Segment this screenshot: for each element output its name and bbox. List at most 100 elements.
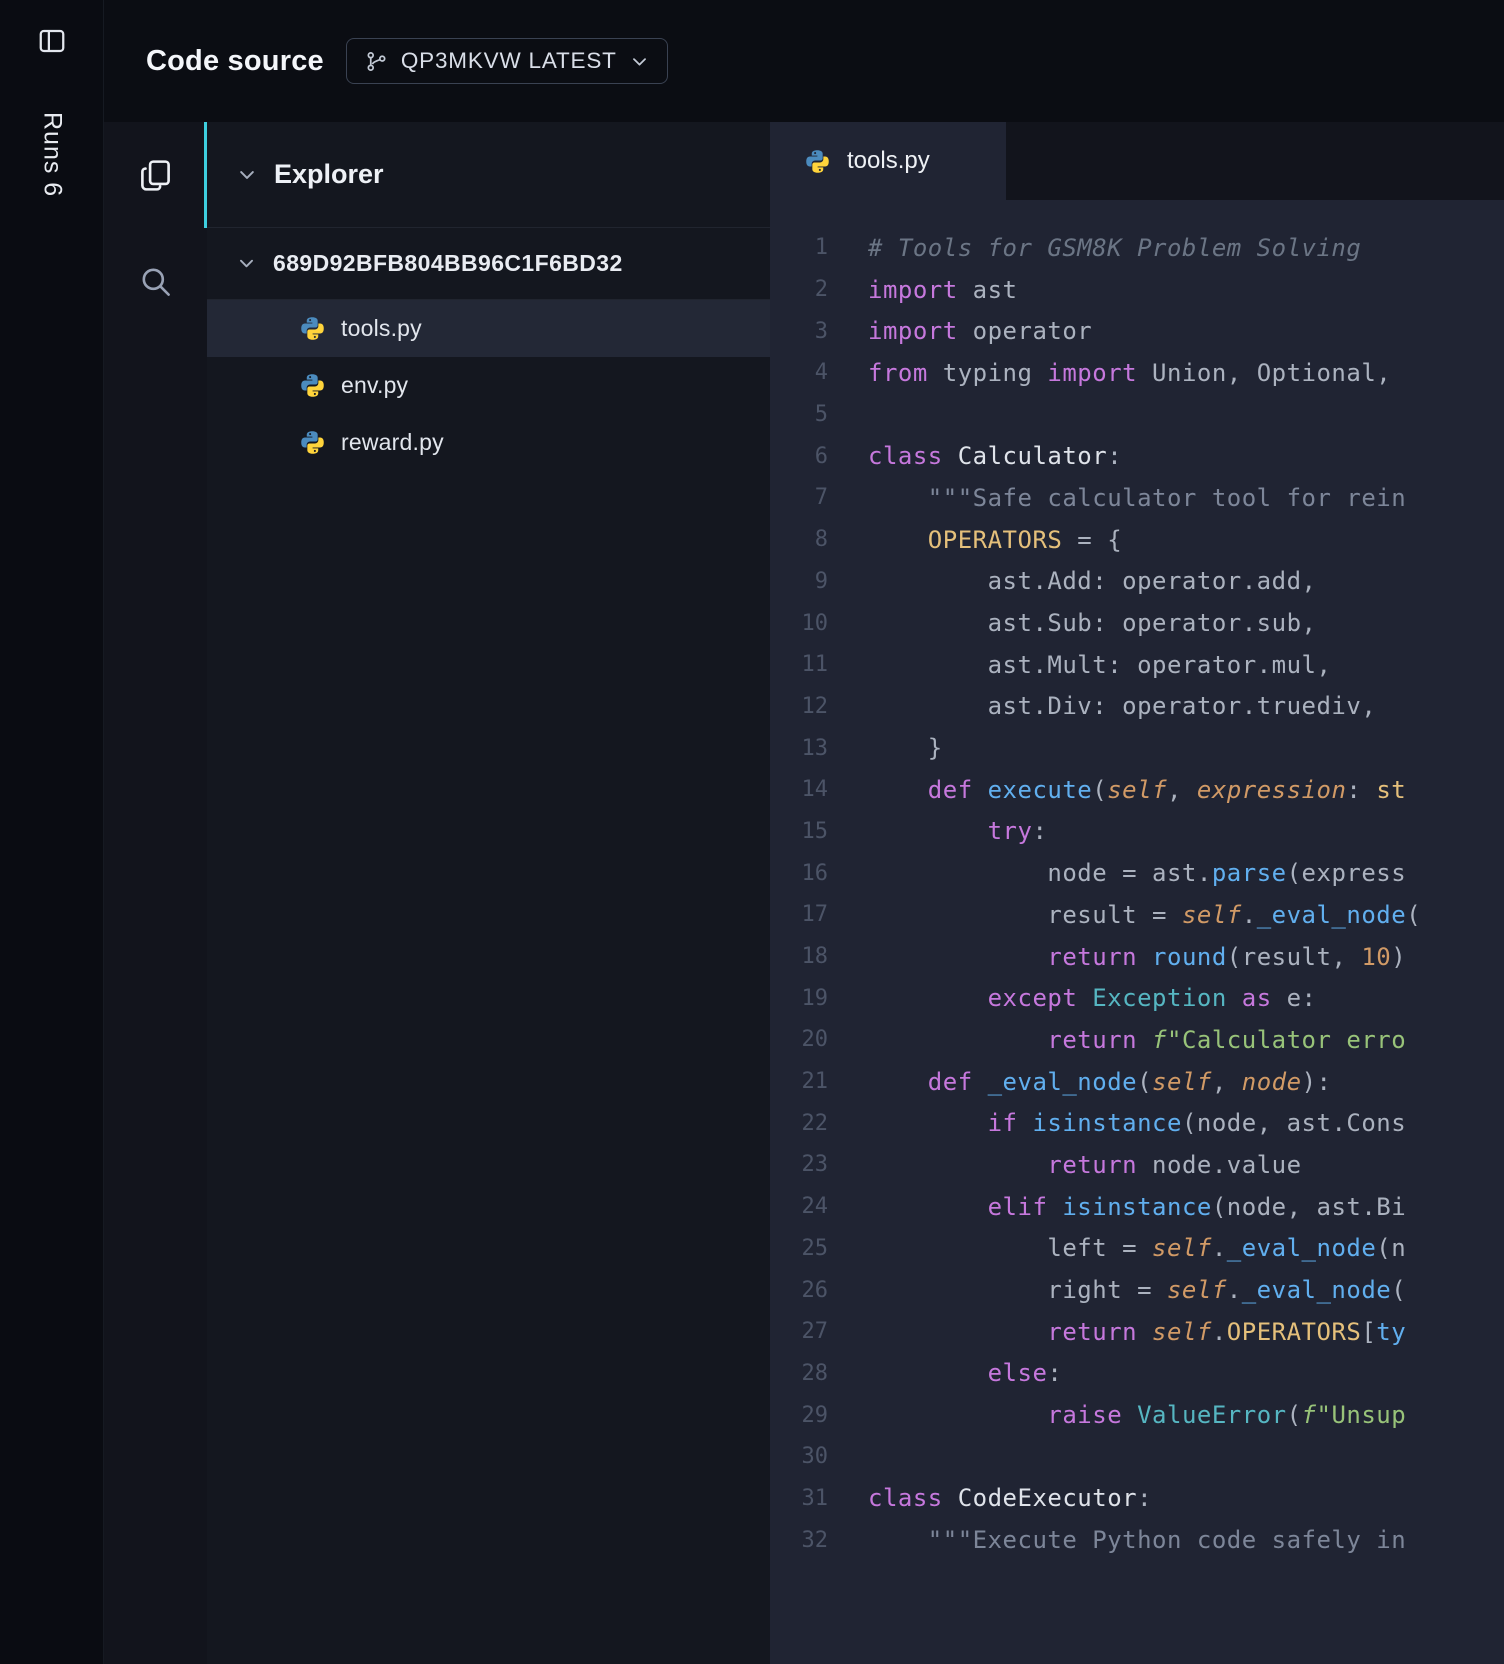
line-number: 16 — [770, 861, 828, 886]
line-number: 1 — [770, 235, 828, 260]
code-line: 30 — [770, 1436, 1504, 1478]
line-content: except Exception as e: — [828, 984, 1317, 1012]
line-number: 6 — [770, 444, 828, 469]
code-line: 31class CodeExecutor: — [770, 1478, 1504, 1520]
line-number: 20 — [770, 1027, 828, 1052]
line-content: OPERATORS = { — [828, 526, 1122, 554]
line-number: 21 — [770, 1069, 828, 1094]
file-name: tools.py — [341, 315, 422, 342]
line-number: 17 — [770, 902, 828, 927]
activity-files-button[interactable] — [104, 122, 207, 228]
line-number: 2 — [770, 277, 828, 302]
code-line: 8 OPERATORS = { — [770, 519, 1504, 561]
line-number: 18 — [770, 944, 828, 969]
line-content: elif isinstance(node, ast.Bi — [828, 1193, 1406, 1221]
line-content: try: — [828, 817, 1047, 845]
python-icon — [299, 372, 326, 399]
code-line: 10 ast.Sub: operator.sub, — [770, 602, 1504, 644]
line-content: ast.Add: operator.add, — [828, 567, 1316, 595]
python-icon — [299, 429, 326, 456]
file-item-reward-py[interactable]: reward.py — [207, 414, 770, 471]
code-area[interactable]: 1# Tools for GSM8K Problem Solving2impor… — [770, 200, 1504, 1664]
line-number: 5 — [770, 402, 828, 427]
line-number: 23 — [770, 1152, 828, 1177]
line-content: from typing import Union, Optional, — [828, 359, 1391, 387]
line-number: 30 — [770, 1444, 828, 1469]
version-label: QP3MKVW LATEST — [401, 48, 617, 74]
line-content: else: — [828, 1359, 1062, 1387]
line-content: def _eval_node(self, node): — [828, 1068, 1331, 1096]
files-icon — [137, 157, 174, 194]
chevron-down-icon — [237, 254, 256, 273]
tab-icon-slot — [804, 148, 831, 175]
line-content: node = ast.parse(express — [828, 859, 1406, 887]
tab-tools-py[interactable]: tools.py — [770, 122, 1006, 200]
line-number: 11 — [770, 652, 828, 677]
code-line: 6class Calculator: — [770, 435, 1504, 477]
line-content: return self.OPERATORS[ty — [828, 1318, 1406, 1346]
code-line: 3import operator — [770, 310, 1504, 352]
editor: tools.py 1# Tools for GSM8K Problem Solv… — [770, 122, 1504, 1664]
version-picker-button[interactable]: QP3MKVW LATEST — [346, 38, 668, 84]
line-content: right = self._eval_node( — [828, 1276, 1406, 1304]
chevron-down-icon — [630, 52, 649, 71]
explorer-header[interactable]: Explorer — [207, 122, 770, 228]
code-line: 5 — [770, 394, 1504, 436]
line-number: 4 — [770, 360, 828, 385]
python-icon — [804, 148, 831, 175]
code-line: 12 ast.Div: operator.truediv, — [770, 686, 1504, 728]
code-line: 7 """Safe calculator tool for rein — [770, 477, 1504, 519]
line-content: left = self._eval_node(n — [828, 1234, 1406, 1262]
code-line: 23 return node.value — [770, 1144, 1504, 1186]
line-number: 3 — [770, 319, 828, 344]
python-icon — [299, 315, 326, 342]
explorer-panel: Explorer 689D92BFB804BB96C1F6BD32 tools.… — [207, 122, 770, 1664]
git-branch-icon — [365, 50, 388, 73]
activity-bar — [104, 122, 207, 1664]
code-line: 14 def execute(self, expression: st — [770, 769, 1504, 811]
code-line: 4from typing import Union, Optional, — [770, 352, 1504, 394]
line-content: ast.Sub: operator.sub, — [828, 609, 1316, 637]
chevron-down-icon — [237, 165, 257, 185]
code-line: 19 except Exception as e: — [770, 977, 1504, 1019]
folder-row[interactable]: 689D92BFB804BB96C1F6BD32 — [207, 228, 770, 300]
line-content: import operator — [828, 317, 1092, 345]
line-content: ast.Div: operator.truediv, — [828, 692, 1376, 720]
line-number: 15 — [770, 819, 828, 844]
line-content: result = self._eval_node( — [828, 901, 1421, 929]
tab-label: tools.py — [847, 147, 930, 175]
file-item-env-py[interactable]: env.py — [207, 357, 770, 414]
activity-search-button[interactable] — [104, 228, 207, 334]
line-number: 14 — [770, 777, 828, 802]
code-line: 27 return self.OPERATORS[ty — [770, 1311, 1504, 1353]
line-number: 32 — [770, 1528, 828, 1553]
search-icon — [138, 264, 173, 299]
code-line: 32 """Execute Python code safely in — [770, 1519, 1504, 1561]
code-line: 13 } — [770, 727, 1504, 769]
line-number: 24 — [770, 1194, 828, 1219]
line-content: def execute(self, expression: st — [828, 776, 1406, 804]
line-number: 9 — [770, 569, 828, 594]
code-line: 15 try: — [770, 811, 1504, 853]
code-line: 22 if isinstance(node, ast.Cons — [770, 1102, 1504, 1144]
line-number: 26 — [770, 1278, 828, 1303]
line-number: 10 — [770, 611, 828, 636]
line-number: 27 — [770, 1319, 828, 1344]
tab-bar: tools.py — [770, 122, 1504, 200]
code-line: 21 def _eval_node(self, node): — [770, 1061, 1504, 1103]
line-content: class Calculator: — [828, 442, 1122, 470]
code-line: 25 left = self._eval_node(n — [770, 1228, 1504, 1270]
code-line: 16 node = ast.parse(express — [770, 852, 1504, 894]
file-name: env.py — [341, 372, 408, 399]
file-item-tools-py[interactable]: tools.py — [207, 300, 770, 357]
sidebar-toggle-button[interactable] — [0, 26, 104, 56]
line-content: return round(result, 10) — [828, 943, 1406, 971]
line-content: """Execute Python code safely in — [828, 1526, 1406, 1554]
runs-label[interactable]: Runs 6 — [38, 112, 67, 197]
header: Code source QP3MKVW LATEST — [104, 0, 1504, 122]
code-line: 26 right = self._eval_node( — [770, 1269, 1504, 1311]
line-number: 8 — [770, 527, 828, 552]
folder-name: 689D92BFB804BB96C1F6BD32 — [273, 250, 623, 277]
code-line: 18 return round(result, 10) — [770, 936, 1504, 978]
line-content: class CodeExecutor: — [828, 1484, 1152, 1512]
